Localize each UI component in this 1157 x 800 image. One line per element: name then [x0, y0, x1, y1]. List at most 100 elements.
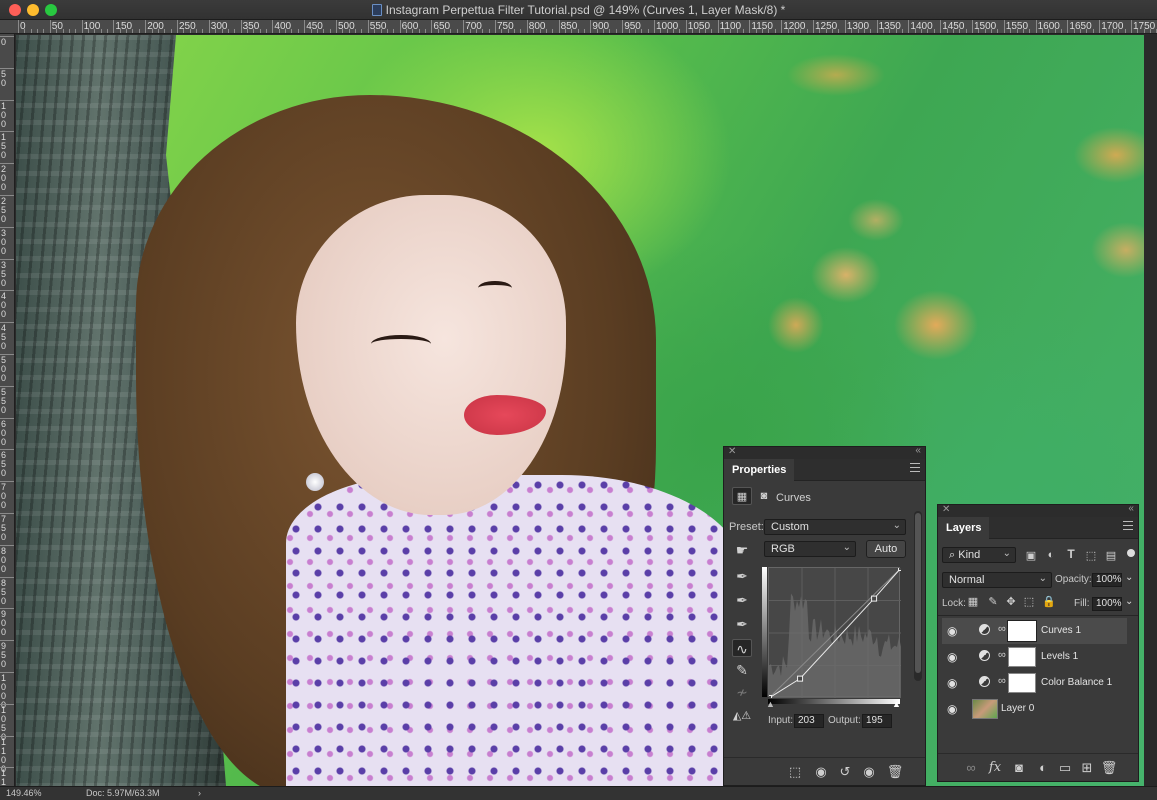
- curve-control-point[interactable]: [766, 695, 772, 701]
- filter-pixel-icon[interactable]: ▣: [1022, 549, 1040, 562]
- ruler-label: 1550: [1005, 21, 1029, 32]
- channel-dropdown[interactable]: RGB ⌄: [764, 541, 856, 557]
- link-layers-icon[interactable]: ∞: [962, 760, 980, 775]
- curves-adjustment-icon[interactable]: ▦: [732, 487, 752, 505]
- ruler-label: 1450: [942, 21, 965, 32]
- horizontal-ruler[interactable]: 0 50 100 150 200 250 300 350 400 450 500 550 600 650 7…: [0, 20, 1157, 34]
- properties-scrollbar[interactable]: [914, 511, 922, 681]
- ruler-label: 1650: [1069, 21, 1092, 32]
- panel-menu-icon[interactable]: [910, 463, 920, 475]
- trash-icon[interactable]: 🗑: [886, 764, 904, 780]
- ruler-minor-tick: [806, 29, 808, 33]
- panel-menu-icon[interactable]: [1123, 521, 1133, 533]
- ruler-minor-tick: [1029, 29, 1031, 33]
- close-icon[interactable]: ✕: [942, 504, 950, 515]
- lock-transparent-icon[interactable]: ▦: [964, 595, 982, 608]
- ruler-label: 800: [528, 21, 546, 32]
- ruler-minor-tick: [196, 29, 198, 33]
- filter-toggle-icon[interactable]: [1127, 549, 1135, 557]
- visibility-eye-icon[interactable]: ◉: [947, 650, 957, 664]
- ruler-minor-tick: [1124, 29, 1126, 33]
- clipping-warning-icon[interactable]: ◭⚠: [732, 707, 752, 725]
- tab-properties[interactable]: Properties: [724, 459, 795, 481]
- filter-smart-object-icon[interactable]: ▤: [1102, 549, 1120, 562]
- add-mask-icon[interactable]: ◙: [1010, 760, 1028, 775]
- ruler-minor-tick: [386, 29, 388, 33]
- smooth-curve-icon[interactable]: ≁: [732, 683, 752, 701]
- layer-mask-thumbnail[interactable]: [1007, 620, 1037, 642]
- layer-row-curves[interactable]: ◉ ∞ Curves 1: [942, 618, 1127, 644]
- link-chain-icon[interactable]: ∞: [998, 649, 1006, 661]
- visibility-eye-icon[interactable]: ◉: [860, 764, 878, 780]
- ruler-minor-tick: [418, 29, 420, 33]
- reset-icon[interactable]: ↺: [836, 764, 854, 780]
- collapse-icon[interactable]: ‹‹: [1128, 503, 1134, 514]
- filter-type-icon[interactable]: T: [1062, 547, 1080, 561]
- zoom-level[interactable]: 149.46%: [6, 788, 42, 798]
- clip-to-layer-icon[interactable]: ⬚: [786, 764, 804, 780]
- filter-adjustment-icon[interactable]: ◐: [1042, 549, 1060, 561]
- ruler-tick: [208, 20, 210, 33]
- new-adjustment-icon[interactable]: ◐: [1034, 760, 1052, 775]
- layer-row-layer-0[interactable]: ◉ Layer 0: [942, 696, 1127, 722]
- layer-mask-icon[interactable]: ◙: [754, 487, 774, 505]
- curves-graph[interactable]: [766, 565, 904, 701]
- new-group-icon[interactable]: ▭: [1056, 760, 1074, 776]
- curve-edit-icon[interactable]: ∿: [732, 639, 752, 657]
- auto-button[interactable]: Auto: [866, 540, 906, 558]
- filter-kind-value: Kind: [958, 549, 981, 561]
- lock-image-icon[interactable]: ✎: [984, 595, 1002, 608]
- white-slider-icon[interactable]: ▲: [892, 699, 901, 709]
- lock-position-icon[interactable]: ✥: [1002, 595, 1020, 608]
- fx-icon[interactable]: fx: [986, 760, 1004, 775]
- ruler-label: 150: [1, 132, 7, 161]
- preset-dropdown[interactable]: Custom ⌄: [764, 519, 906, 535]
- layer-mask-thumbnail[interactable]: [1008, 673, 1036, 693]
- curve-control-point[interactable]: [898, 565, 904, 571]
- layer-mask-thumbnail[interactable]: [1008, 647, 1036, 667]
- blend-mode-dropdown[interactable]: Normal ⌄: [942, 572, 1052, 588]
- visibility-eye-icon[interactable]: ◉: [947, 702, 957, 716]
- on-image-adjust-icon[interactable]: ☛: [732, 541, 752, 559]
- fill-field[interactable]: 100%: [1092, 597, 1122, 611]
- lock-all-icon[interactable]: 🔒: [1040, 595, 1058, 608]
- lock-artboard-icon[interactable]: ⬚: [1020, 595, 1038, 608]
- ruler-minor-tick: [1061, 29, 1063, 33]
- view-previous-icon[interactable]: ◉: [812, 764, 830, 780]
- ruler-label: 1150: [751, 21, 773, 32]
- layer-row-levels[interactable]: ◉ ∞ Levels 1: [942, 644, 1127, 670]
- close-icon[interactable]: ✕: [728, 446, 736, 457]
- status-menu-arrow[interactable]: ›: [198, 788, 201, 798]
- input-field[interactable]: 203: [794, 714, 824, 728]
- preset-label: Preset:: [729, 521, 764, 533]
- fill-chevron-icon[interactable]: ⌄: [1125, 596, 1133, 607]
- link-chain-icon[interactable]: ∞: [998, 623, 1006, 635]
- trash-icon[interactable]: 🗑: [1100, 760, 1118, 776]
- layer-filter-dropdown[interactable]: ⌕ Kind ⌄: [942, 547, 1016, 563]
- curve-control-point[interactable]: [797, 675, 804, 682]
- link-chain-icon[interactable]: ∞: [998, 675, 1006, 687]
- ruler-minor-tick: [329, 29, 331, 33]
- layer-thumbnail[interactable]: [972, 699, 998, 719]
- filter-shape-icon[interactable]: ⬚: [1082, 549, 1100, 562]
- pencil-draw-icon[interactable]: ✎: [732, 661, 752, 679]
- vertical-ruler[interactable]: 0 50 100 150 200 250 300 350 400 450 500 550 600 650 7…: [0, 34, 15, 786]
- opacity-field[interactable]: 100%: [1092, 573, 1122, 587]
- ruler-tick: [622, 20, 624, 33]
- tab-layers[interactable]: Layers: [938, 517, 990, 539]
- properties-scroll-thumb[interactable]: [915, 513, 921, 673]
- white-point-eyedropper-icon[interactable]: ✒: [732, 615, 752, 633]
- ruler-label: 900: [1, 609, 7, 638]
- visibility-eye-icon[interactable]: ◉: [947, 676, 957, 690]
- black-slider-icon[interactable]: ▲: [766, 699, 775, 709]
- new-layer-icon[interactable]: ⊞: [1078, 760, 1096, 776]
- opacity-chevron-icon[interactable]: ⌄: [1125, 572, 1133, 583]
- output-field[interactable]: 195: [862, 714, 892, 728]
- layer-row-color-balance[interactable]: ◉ ∞ Color Balance 1: [942, 670, 1127, 696]
- black-point-eyedropper-icon[interactable]: ✒: [732, 567, 752, 585]
- collapse-icon[interactable]: ‹‹: [915, 445, 921, 456]
- ruler-minor-tick: [870, 29, 872, 33]
- gray-point-eyedropper-icon[interactable]: ✒: [732, 591, 752, 609]
- curve-control-point[interactable]: [871, 595, 878, 602]
- visibility-eye-icon[interactable]: ◉: [947, 624, 957, 638]
